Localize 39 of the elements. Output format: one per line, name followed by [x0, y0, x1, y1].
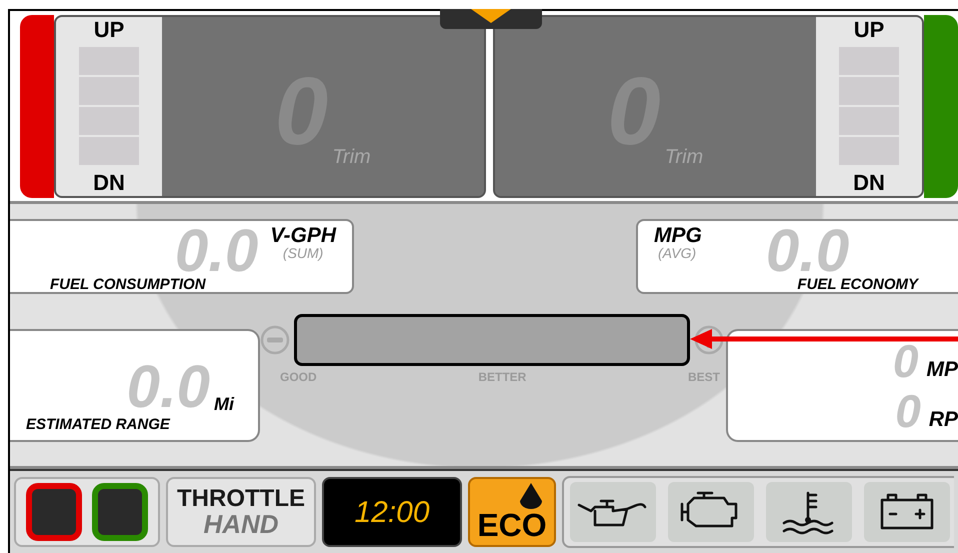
readout-qualifier: (AVG) — [657, 246, 698, 260]
battery-icon — [878, 492, 936, 532]
warning-light[interactable] — [864, 482, 950, 542]
trim-down-label: DN — [853, 172, 885, 194]
readout-unit: V-GPH — [270, 225, 336, 246]
trim-down-label: DN — [93, 172, 125, 194]
readout-label: FUEL CONSUMPTION — [50, 277, 206, 292]
readout-unit: MPG — [654, 225, 702, 246]
trim-up-label: UP — [854, 18, 884, 40]
warning-light[interactable] — [570, 482, 656, 542]
readout-label: FUEL ECONOMY — [797, 277, 918, 292]
minus-icon — [260, 325, 290, 355]
trim-segment — [79, 77, 139, 105]
throttle-button[interactable]: THROTTLE HAND — [166, 477, 316, 547]
readout-value: 0 — [892, 338, 918, 384]
trim-segment — [839, 137, 899, 165]
trim-segment — [79, 137, 139, 165]
clock: 12:00 — [322, 477, 462, 547]
caret-icon — [471, 9, 511, 23]
warning-light[interactable] — [668, 482, 754, 542]
readout-unit: MP — [926, 358, 958, 380]
readout-value: 0.0 — [126, 357, 210, 417]
drop-icon — [518, 483, 544, 509]
engine-indicator[interactable] — [92, 483, 148, 541]
warning-light[interactable] — [766, 482, 852, 542]
readout-unit: Mi — [214, 395, 234, 413]
trim-segment — [79, 107, 139, 135]
readout-unit: RP — [928, 408, 958, 430]
trim-up-label: UP — [94, 18, 124, 40]
coolant-temperature-icon — [782, 489, 836, 535]
trim-segment — [79, 47, 139, 75]
engine-indicator[interactable] — [26, 483, 82, 541]
readout-label: ESTIMATED RANGE — [25, 417, 170, 432]
trim-segment — [839, 77, 899, 105]
readout-qualifier: (SUM) — [282, 246, 324, 260]
trim-segment — [839, 107, 899, 135]
trim-segment — [839, 47, 899, 75]
eco-button[interactable]: ECO — [468, 477, 556, 547]
readout-value: 0 — [895, 388, 921, 434]
